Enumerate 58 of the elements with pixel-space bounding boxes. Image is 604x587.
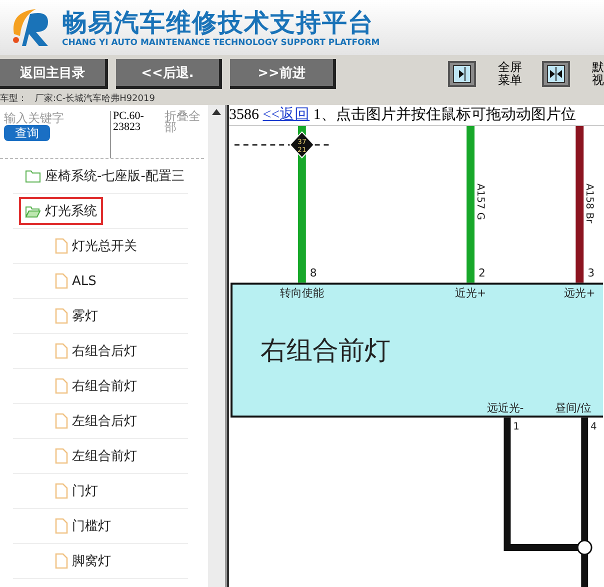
document-icon — [55, 273, 68, 289]
vehicle-info-text: 厂家:C-长城汽车哈弗H92019 — [35, 93, 155, 105]
document-icon — [55, 553, 68, 569]
platform-title: 畅易汽车维修技术支持平台 — [62, 8, 375, 38]
search-button[interactable]: 查询 — [4, 125, 50, 141]
tree-item[interactable]: 右组合前灯 — [49, 372, 143, 400]
tree-item[interactable]: 右组合后灯 — [49, 337, 143, 365]
folder-icon — [25, 170, 41, 182]
view-toggle-label: 全屏 菜单 — [498, 61, 522, 87]
scroll-up-icon[interactable] — [212, 109, 221, 115]
platform-subtitle: CHANG YI AUTO MAINTENANCE TECHNOLOGY SUPPORT PLATFORM — [62, 38, 380, 48]
pin-number: 2 — [478, 266, 486, 280]
document-icon — [55, 308, 68, 324]
pin-number: 8 — [310, 266, 317, 280]
instruction-text: 1、点击图片并按住鼠标可拖动动图片位 — [313, 107, 576, 123]
tree-item[interactable]: 左组合后灯 — [49, 407, 143, 435]
diagram-reference: 3586 — [229, 107, 259, 123]
component-name: 右组合前灯 — [260, 336, 390, 366]
pin-number: 3 — [588, 266, 595, 280]
wire-label: A157 G — [474, 183, 486, 220]
nav-button[interactable]: <<后退. — [116, 59, 222, 89]
view-toggle-label: 默 视 — [592, 61, 604, 87]
panel-view-icon — [453, 65, 471, 83]
junction-dot — [576, 540, 592, 556]
tree-item[interactable]: 门槛灯 — [49, 512, 117, 540]
pin-number: 4 — [590, 421, 597, 432]
tree-item[interactable]: 左组合前灯 — [49, 442, 143, 470]
keyword-input[interactable]: 输入关键字 — [4, 111, 104, 125]
tree-folder[interactable]: 座椅系统-七座版-配置三 — [19, 162, 190, 190]
nav-button[interactable]: 返回主目录 — [0, 59, 108, 89]
tree-item[interactable]: ALS — [49, 268, 102, 294]
document-icon — [55, 343, 68, 359]
view-toggle-button[interactable] — [448, 61, 476, 87]
document-icon — [55, 413, 68, 429]
pin-label: 远光+ — [564, 286, 596, 300]
nav-button[interactable]: >>前进 — [230, 59, 336, 89]
wire-label: A158 Br — [584, 183, 595, 224]
open-folder-icon — [25, 204, 41, 218]
tree-item[interactable]: 门灯 — [49, 477, 104, 505]
document-icon — [55, 483, 68, 499]
tree-item[interactable]: 灯光总开关 — [49, 232, 143, 260]
vehicle-info-text: 车型： — [0, 93, 27, 105]
document-icon — [55, 238, 68, 254]
pin-number: 1 — [513, 421, 520, 432]
tree-item[interactable]: 雾灯 — [49, 302, 104, 330]
document-icon — [55, 518, 68, 534]
split-view-icon — [547, 65, 565, 83]
pin-label: 远近光- — [486, 401, 524, 414]
pin-label: 近光+ — [454, 286, 486, 300]
tree-item[interactable]: 脚窝灯 — [49, 547, 117, 575]
pin-label: 昼间/位 — [554, 401, 592, 414]
pin-label: 转向使能 — [280, 286, 324, 300]
back-link[interactable]: <<返回 — [262, 107, 310, 123]
tree-folder[interactable]: 灯光系统 — [19, 197, 103, 225]
document-icon — [55, 378, 68, 394]
document-icon — [55, 448, 68, 464]
view-toggle-button[interactable] — [542, 61, 570, 87]
part-code: PC.60-23823 — [110, 111, 158, 158]
